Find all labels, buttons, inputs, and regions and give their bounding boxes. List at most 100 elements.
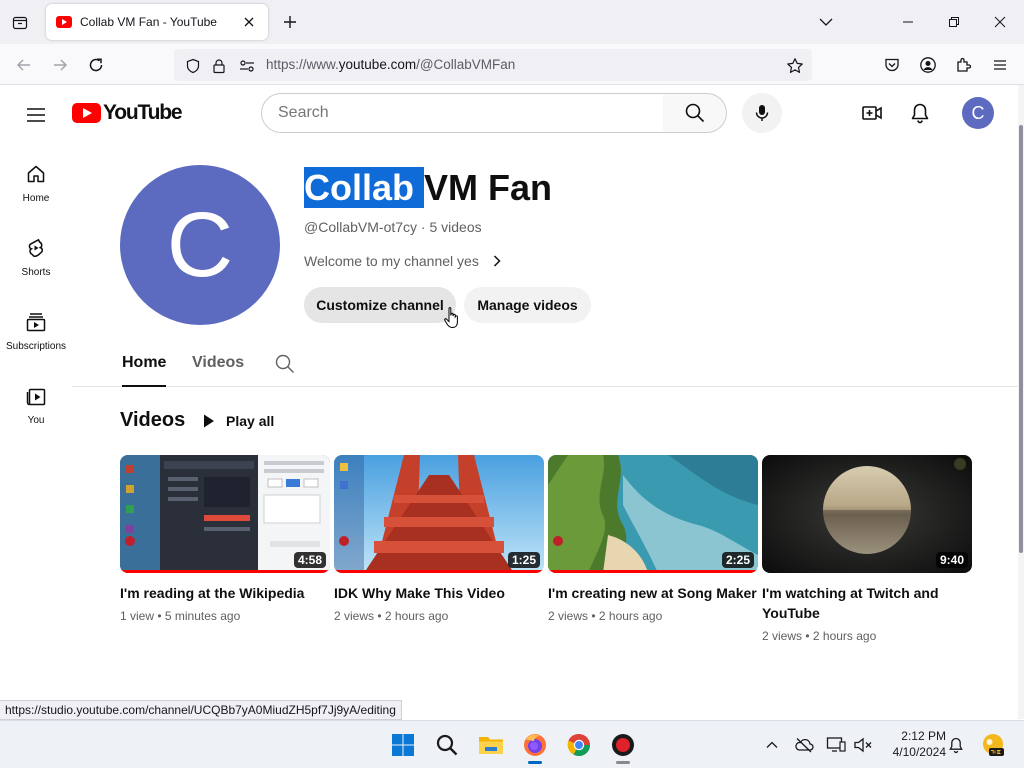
video-title[interactable]: IDK Why Make This Video	[334, 583, 544, 603]
site-permissions-icon[interactable]	[238, 57, 256, 75]
close-tab-icon[interactable]	[240, 13, 258, 31]
browser-tabstrip: Collab VM Fan - YouTube	[0, 0, 1024, 44]
tracking-protection-icon[interactable]	[184, 57, 202, 75]
windows-taskbar: 2:12 PM 4/10/2024	[0, 720, 1024, 768]
channel-name-selected: Collab	[304, 167, 425, 208]
minimize-icon[interactable]	[898, 12, 918, 32]
play-icon	[204, 414, 214, 428]
list-all-tabs-icon[interactable]	[816, 12, 836, 32]
url-host: youtube.com	[338, 57, 417, 72]
scrollbar-thumb[interactable]	[1019, 125, 1023, 553]
guide-item-shorts[interactable]: Shorts	[0, 219, 72, 283]
guide-item-you[interactable]: You	[0, 367, 72, 431]
home-icon	[27, 165, 45, 183]
volume-muted-icon[interactable]	[853, 735, 873, 755]
screen-recorder-icon[interactable]	[609, 731, 637, 759]
video-title[interactable]: I'm creating new at Song Maker	[548, 583, 758, 603]
tab-title: Collab VM Fan - YouTube	[80, 15, 217, 29]
video-thumbnail[interactable]: 2:25	[548, 455, 758, 573]
manage-videos-button[interactable]: Manage videos	[464, 287, 591, 323]
youtube-favicon-icon	[56, 16, 72, 28]
video-title[interactable]: I'm reading at the Wikipedia	[120, 583, 330, 603]
video-duration: 4:58	[293, 552, 326, 568]
video-duration: 1:25	[507, 552, 540, 568]
youtube-logo[interactable]: YouTube	[72, 101, 183, 125]
taskbar-search-icon[interactable]	[433, 731, 461, 759]
account-icon[interactable]	[917, 54, 939, 76]
channel-avatar[interactable]: C	[120, 165, 280, 325]
tab-list-icon[interactable]	[8, 10, 32, 34]
notification-bell-icon[interactable]	[946, 735, 966, 755]
channel-name: Collab VM Fan	[304, 167, 552, 209]
pocket-icon[interactable]	[881, 54, 903, 76]
play-all-button[interactable]: Play all	[198, 407, 274, 435]
tab-videos[interactable]: Videos	[192, 354, 244, 372]
firefox-icon[interactable]	[521, 731, 549, 759]
search-button[interactable]	[663, 93, 727, 133]
url-bar[interactable]: https://www.youtube.com/@CollabVMFan	[174, 49, 812, 81]
status-link-url: https://studio.youtube.com/channel/UCQBb…	[0, 700, 402, 720]
lock-icon[interactable]	[210, 57, 228, 75]
channel-search-icon[interactable]	[274, 353, 296, 380]
new-tab-icon[interactable]	[280, 12, 300, 32]
url-text[interactable]: https://www.youtube.com/@CollabVMFan	[266, 57, 515, 72]
bookmark-star-icon[interactable]	[786, 57, 804, 75]
app-menu-icon[interactable]	[989, 54, 1011, 76]
clock-time: 2:12 PM	[901, 729, 946, 743]
watch-progress-bar	[120, 570, 330, 573]
taskbar-clock[interactable]: 2:12 PM 4/10/2024	[880, 728, 946, 760]
watch-progress-bar	[548, 570, 758, 573]
display-icon[interactable]	[826, 735, 846, 755]
account-avatar[interactable]: C	[962, 97, 994, 129]
guide-label: Subscriptions	[5, 341, 67, 352]
video-card[interactable]: 1:25 IDK Why Make This Video 2 views • 2…	[334, 455, 544, 623]
tab-home[interactable]: Home	[122, 354, 167, 387]
videos-section-title[interactable]: Videos	[120, 409, 185, 432]
video-meta: 2 views • 2 hours ago	[762, 629, 877, 643]
video-card[interactable]: 4:58 I'm reading at the Wikipedia 1 view…	[120, 455, 330, 623]
video-card[interactable]: 9:40 I'm watching at Twitch and YouTube …	[762, 455, 972, 643]
reload-icon[interactable]	[85, 54, 107, 76]
back-icon[interactable]	[13, 54, 35, 76]
restore-icon[interactable]	[944, 12, 964, 32]
video-thumbnail[interactable]: 4:58	[120, 455, 330, 573]
watch-progress-bar	[334, 570, 544, 573]
firefox-active-indicator	[528, 761, 542, 764]
chrome-icon[interactable]	[565, 731, 593, 759]
file-explorer-icon[interactable]	[477, 731, 505, 759]
guide-label: Home	[22, 193, 50, 204]
start-windows-icon[interactable]	[389, 731, 417, 759]
browser-navbar: https://www.youtube.com/@CollabVMFan	[0, 44, 1024, 85]
insider-preview-icon[interactable]	[980, 732, 1006, 758]
voice-search-button[interactable]	[742, 93, 782, 133]
page-scrollbar[interactable]	[1018, 85, 1024, 719]
channel-name-rest: VM Fan	[424, 167, 553, 208]
show-hidden-icons-chevron-icon[interactable]	[762, 735, 782, 755]
extensions-icon[interactable]	[953, 54, 975, 76]
video-duration: 9:40	[935, 552, 968, 568]
hand-cursor-icon	[444, 307, 458, 329]
browser-tab-active[interactable]: Collab VM Fan - YouTube	[46, 4, 268, 40]
video-thumbnail[interactable]: 9:40	[762, 455, 972, 573]
guide-item-subscriptions[interactable]: Subscriptions	[0, 293, 72, 357]
guide-label: You	[27, 415, 45, 426]
play-all-label: Play all	[226, 413, 275, 429]
hamburger-menu-icon[interactable]	[24, 103, 48, 127]
guide-item-home[interactable]: Home	[0, 145, 72, 209]
close-window-icon[interactable]	[990, 12, 1010, 32]
video-duration: 2:25	[721, 552, 754, 568]
forward-icon[interactable]	[49, 54, 71, 76]
notifications-bell-icon[interactable]	[908, 101, 932, 125]
search-icon	[685, 103, 704, 123]
channel-description[interactable]: Welcome to my channel yes	[304, 251, 507, 271]
create-video-icon[interactable]	[860, 101, 884, 125]
video-title[interactable]: I'm watching at Twitch and YouTube	[762, 583, 972, 623]
search-input[interactable]: Search	[261, 93, 664, 133]
video-card[interactable]: 2:25 I'm creating new at Song Maker 2 vi…	[548, 455, 758, 623]
channel-tabs: Home Videos	[72, 345, 1018, 387]
video-thumbnail[interactable]: 1:25	[334, 455, 544, 573]
chevron-right-icon	[493, 255, 501, 267]
youtube-logo-icon	[72, 103, 101, 123]
onedrive-offline-icon[interactable]	[794, 735, 814, 755]
customize-channel-button[interactable]: Customize channel	[304, 287, 456, 323]
